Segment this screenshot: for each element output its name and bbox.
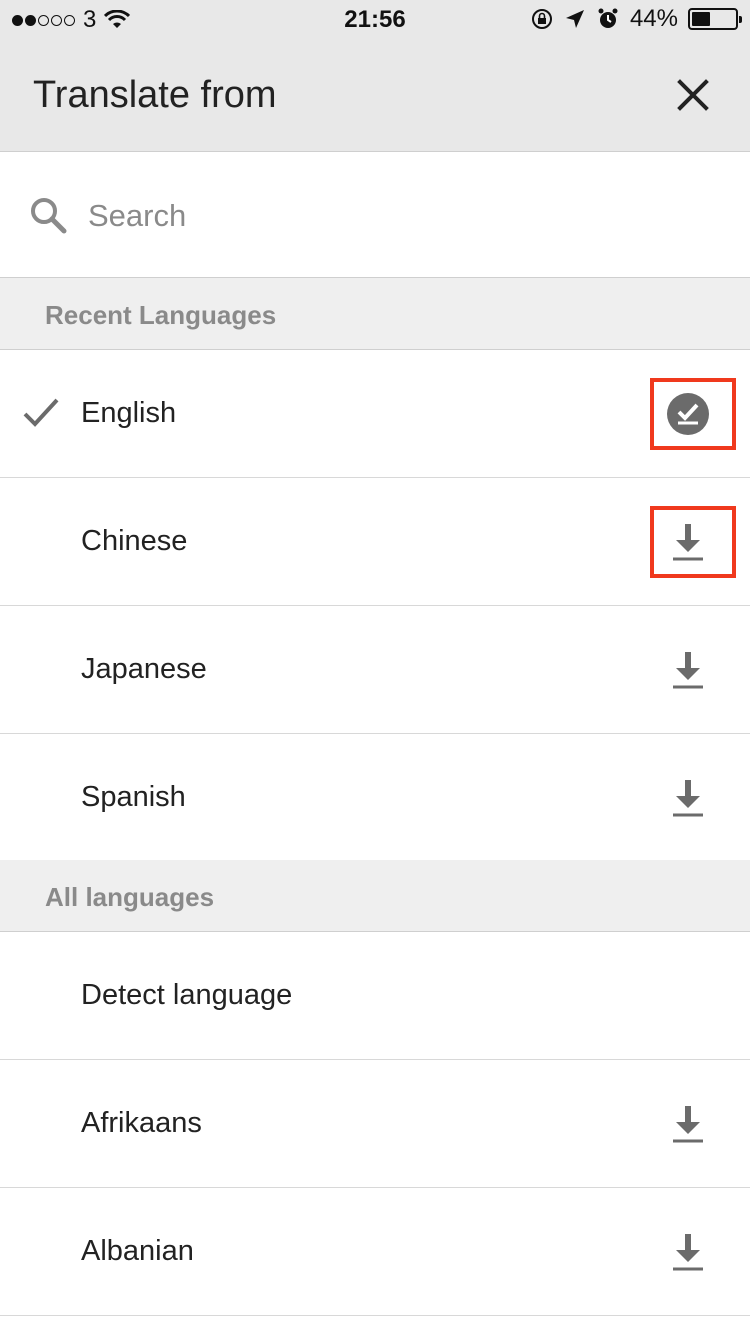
download-icon[interactable] [664, 1100, 712, 1148]
search-icon [31, 198, 67, 234]
download-icon[interactable] [664, 774, 712, 822]
language-row-albanian[interactable]: Albanian [0, 1188, 750, 1316]
close-icon[interactable] [668, 70, 718, 120]
status-bar: 3 21:56 44% [0, 0, 750, 40]
status-right: 44% [530, 5, 742, 33]
battery-icon [688, 8, 742, 30]
downloaded-check-icon[interactable] [664, 390, 712, 438]
download-icon[interactable] [664, 646, 712, 694]
download-icon[interactable] [664, 1228, 712, 1276]
language-name: Japanese [81, 653, 207, 685]
battery-percent: 44% [629, 5, 678, 32]
checkmark-icon [23, 398, 59, 427]
language-name: Chinese [81, 525, 188, 557]
section-header-recent: Recent Languages [0, 278, 750, 350]
section-label: All languages [45, 882, 215, 912]
download-icon[interactable] [664, 518, 712, 566]
search-bar[interactable]: Search [0, 152, 750, 278]
language-row-japanese[interactable]: Japanese [0, 606, 750, 734]
language-name: Spanish [81, 781, 186, 813]
rotation-lock-icon [531, 9, 552, 29]
language-name: Detect language [81, 979, 293, 1011]
section-label: Recent Languages [45, 300, 277, 330]
language-row-chinese[interactable]: Chinese [0, 478, 750, 606]
alarm-icon [598, 8, 618, 28]
location-arrow-icon [565, 10, 584, 28]
language-row-afrikaans[interactable]: Afrikaans [0, 1060, 750, 1188]
language-name: English [81, 397, 177, 429]
language-row-spanish[interactable]: Spanish [0, 734, 750, 862]
language-name: Afrikaans [81, 1107, 202, 1139]
section-header-all: All languages [0, 860, 750, 932]
language-row-detect[interactable]: Detect language [0, 932, 750, 1060]
language-row-english[interactable]: English [0, 350, 750, 478]
search-input[interactable]: Search [88, 198, 186, 234]
page-title: Translate from [33, 74, 277, 116]
header: Translate from [0, 40, 750, 152]
language-name: Albanian [81, 1235, 194, 1267]
